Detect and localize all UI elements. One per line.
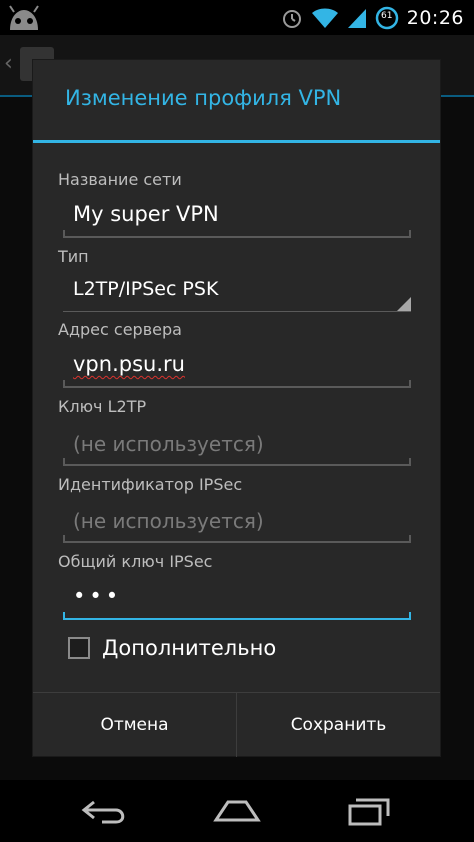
battery-level: 61 <box>381 10 393 21</box>
advanced-label: Дополнительно <box>102 636 277 660</box>
server-label: Адрес сервера <box>58 320 182 339</box>
ipsec-id-placeholder: (не используется) <box>73 509 264 533</box>
home-icon[interactable] <box>212 794 262 828</box>
ipsec-psk-value: ••• <box>73 584 123 608</box>
ipsec-psk-label: Общий ключ IPSec <box>58 552 213 571</box>
l2tp-key-field[interactable]: (не используется) <box>63 426 411 466</box>
name-label: Название сети <box>58 170 182 189</box>
ipsec-id-field[interactable]: (не используется) <box>63 503 411 543</box>
l2tp-key-label: Ключ L2TP <box>58 397 147 416</box>
name-value: My super VPN <box>73 202 219 226</box>
back-icon[interactable] <box>80 794 130 828</box>
type-value: L2TP/IPSec PSK <box>73 278 219 300</box>
advanced-checkbox[interactable] <box>68 637 90 659</box>
save-button[interactable]: Сохранить <box>236 693 440 757</box>
ipsec-psk-field[interactable]: ••• <box>63 580 411 620</box>
dropdown-triangle-icon <box>397 297 411 311</box>
up-chevron-icon: ‹ <box>4 51 13 76</box>
signal-icon <box>347 8 366 28</box>
vpn-profile-dialog: Изменение профиля VPN Название сети My s… <box>33 60 440 757</box>
server-field[interactable]: vpn.psu.ru <box>63 348 411 388</box>
type-label: Тип <box>58 247 89 266</box>
l2tp-key-placeholder: (не используется) <box>73 432 264 456</box>
ipsec-id-label: Идентификатор IPSec <box>58 475 243 494</box>
android-icon <box>9 5 39 30</box>
battery-icon: 61 <box>375 6 399 30</box>
status-bar: 61 20:26 <box>0 0 474 35</box>
dialog-title: Изменение профиля VPN <box>65 86 342 110</box>
type-spinner[interactable]: L2TP/IPSec PSK <box>63 272 411 312</box>
name-field[interactable]: My super VPN <box>63 198 411 238</box>
dialog-button-bar: Отмена Сохранить <box>33 692 440 757</box>
recent-apps-icon[interactable] <box>344 794 394 828</box>
wifi-icon <box>311 8 338 28</box>
alarm-icon <box>282 9 301 28</box>
title-divider <box>33 140 440 143</box>
clock: 20:26 <box>406 6 464 29</box>
server-value: vpn.psu.ru <box>73 352 185 376</box>
navigation-bar <box>0 780 474 842</box>
cancel-button[interactable]: Отмена <box>33 693 236 757</box>
advanced-option[interactable]: Дополнительно <box>68 628 276 668</box>
